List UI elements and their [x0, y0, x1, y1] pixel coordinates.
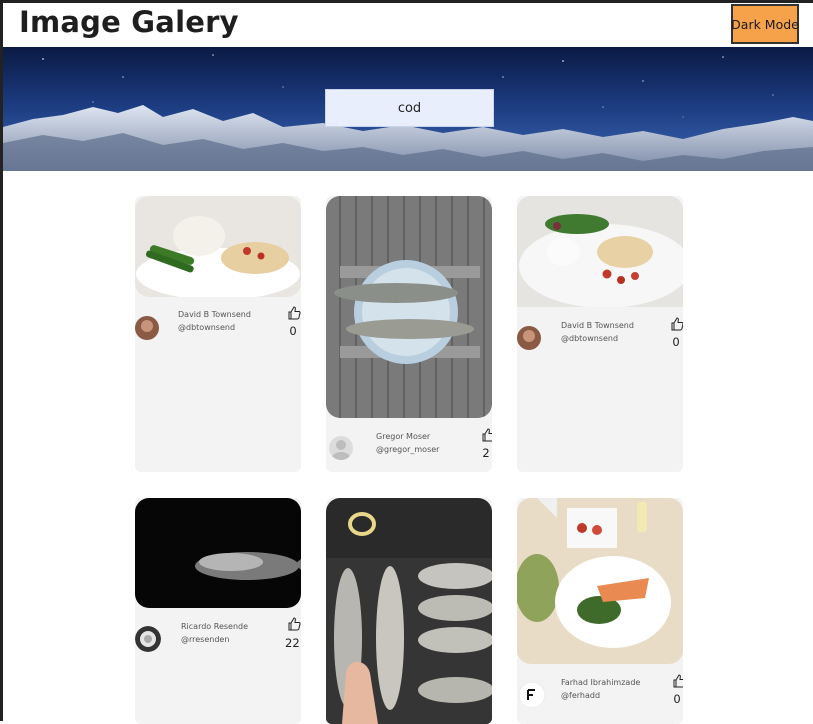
search-input[interactable]: [325, 89, 494, 127]
avatar[interactable]: [329, 436, 353, 460]
author-handle: @rresenden: [181, 635, 230, 644]
card-photo[interactable]: [326, 196, 492, 418]
gallery-card[interactable]: David B Townsend @dbtownsend 0: [135, 196, 301, 472]
author-handle: @dbtownsend: [178, 323, 236, 332]
thumbs-up-icon[interactable]: [287, 306, 301, 320]
like-count: 22: [285, 636, 300, 650]
hero-banner: [3, 47, 813, 171]
gallery-card[interactable]: Farhad Ibrahimzade @ferhadd 0: [517, 498, 683, 724]
avatar[interactable]: [135, 626, 161, 652]
author-name: Gregor Moser: [376, 432, 431, 441]
card-photo[interactable]: [135, 498, 301, 608]
avatar[interactable]: [517, 326, 541, 350]
page-title: Image Galery: [19, 5, 239, 39]
author-name: Farhad Ibrahimzade: [561, 678, 641, 687]
top-header: Image Galery Dark Mode: [3, 3, 813, 47]
gallery-card[interactable]: David B Townsend @dbtownsend 0: [517, 196, 683, 472]
thumbs-up-icon[interactable]: [481, 428, 492, 442]
card-photo[interactable]: [517, 498, 683, 664]
dark-mode-button[interactable]: Dark Mode: [731, 4, 799, 44]
thumbs-up-icon[interactable]: [672, 674, 683, 688]
author-handle: @ferhadd: [561, 691, 601, 700]
author-handle: @dbtownsend: [561, 334, 619, 343]
card-photo[interactable]: [517, 196, 683, 307]
card-photo[interactable]: [135, 196, 301, 297]
thumbs-up-icon[interactable]: [670, 317, 683, 331]
like-count: 2: [482, 446, 490, 460]
thumbs-up-icon[interactable]: [287, 617, 301, 631]
avatar[interactable]: [519, 682, 545, 708]
gallery-card[interactable]: Ricardo Resende @rresenden 22: [135, 498, 301, 724]
avatar[interactable]: [135, 316, 159, 340]
author-handle: @gregor_moser: [376, 445, 440, 454]
author-name: David B Townsend: [178, 310, 251, 319]
gallery-card[interactable]: [326, 498, 492, 724]
like-count: 0: [673, 692, 681, 706]
author-name: David B Townsend: [561, 321, 634, 330]
gallery-card[interactable]: Gregor Moser @gregor_moser 2: [326, 196, 492, 472]
card-photo[interactable]: [326, 498, 492, 724]
author-name: Ricardo Resende: [181, 622, 249, 631]
like-count: 0: [289, 324, 297, 338]
like-count: 0: [672, 335, 680, 349]
